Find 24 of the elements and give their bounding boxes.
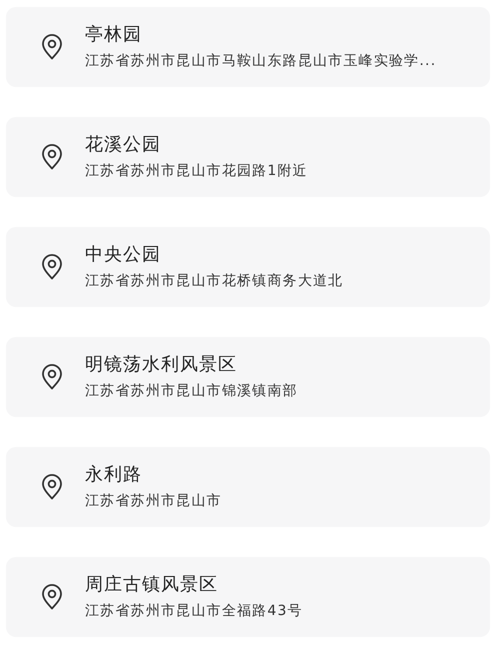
place-address: 江苏省苏州市昆山市马鞍山东路昆山市玉峰实验学...	[85, 52, 436, 71]
place-item[interactable]: 周庄古镇风景区 江苏省苏州市昆山市全福路43号	[6, 557, 490, 637]
place-address: 江苏省苏州市昆山市锦溪镇南部	[85, 382, 298, 401]
place-address: 江苏省苏州市昆山市全福路43号	[85, 602, 303, 621]
place-address: 江苏省苏州市昆山市花桥镇商务大道北	[85, 272, 344, 291]
location-pin-icon	[41, 474, 63, 500]
place-address: 江苏省苏州市昆山市花园路1附近	[85, 162, 308, 181]
location-pin-icon	[41, 144, 63, 170]
place-name: 明镜荡水利风景区	[85, 353, 238, 377]
place-item[interactable]: 花溪公园 江苏省苏州市昆山市花园路1附近	[6, 117, 490, 197]
location-pin-icon	[41, 34, 63, 60]
place-address: 江苏省苏州市昆山市	[85, 492, 222, 511]
place-name: 亭林园	[85, 23, 143, 47]
place-item[interactable]: 明镜荡水利风景区 江苏省苏州市昆山市锦溪镇南部	[6, 337, 490, 417]
place-name: 花溪公园	[85, 133, 162, 157]
place-name: 永利路	[85, 463, 143, 487]
place-item[interactable]: 永利路 江苏省苏州市昆山市	[6, 447, 490, 527]
place-name: 中央公园	[85, 243, 162, 267]
place-name: 周庄古镇风景区	[85, 573, 219, 597]
place-item[interactable]: 中央公园 江苏省苏州市昆山市花桥镇商务大道北	[6, 227, 490, 307]
location-pin-icon	[41, 254, 63, 280]
place-item[interactable]: 亭林园 江苏省苏州市昆山市马鞍山东路昆山市玉峰实验学...	[6, 7, 490, 87]
location-pin-icon	[41, 584, 63, 610]
location-pin-icon	[41, 364, 63, 390]
